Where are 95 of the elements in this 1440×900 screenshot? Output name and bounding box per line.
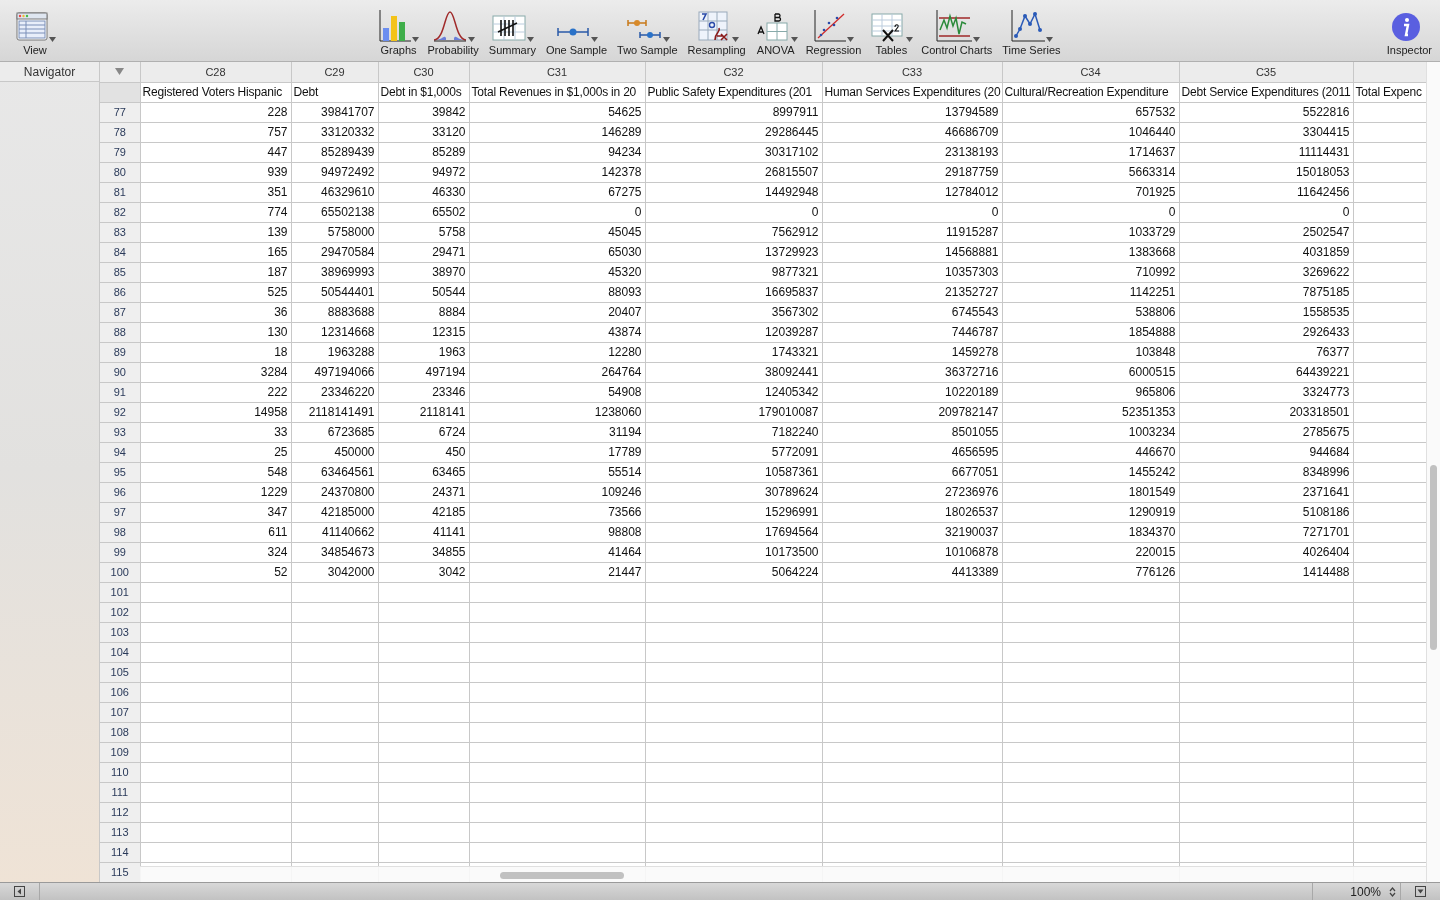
toolbar-button[interactable]: Graphs bbox=[377, 8, 420, 57]
row-number[interactable]: 102 bbox=[100, 602, 140, 622]
column-id-header[interactable]: C31 bbox=[469, 62, 645, 82]
scrollbar-thumb[interactable] bbox=[500, 872, 624, 879]
row-number[interactable]: 78 bbox=[100, 122, 140, 142]
row-number[interactable]: 111 bbox=[100, 782, 140, 802]
caret-icon bbox=[790, 37, 798, 42]
row-number[interactable]: 82 bbox=[100, 202, 140, 222]
row-number[interactable]: 95 bbox=[100, 462, 140, 482]
column-menu-header[interactable] bbox=[100, 62, 140, 82]
caret-icon bbox=[847, 37, 855, 42]
row-number[interactable]: 108 bbox=[100, 722, 140, 742]
row-number[interactable]: 92 bbox=[100, 402, 140, 422]
bell-curve-icon bbox=[433, 10, 468, 42]
toolbar-button[interactable]: ANOVA bbox=[753, 8, 798, 57]
toolbar-button[interactable]: Probability bbox=[425, 8, 481, 57]
vertical-scrollbar[interactable] bbox=[1426, 62, 1440, 882]
row-number[interactable]: 114 bbox=[100, 842, 140, 862]
caret-icon bbox=[468, 37, 476, 42]
caret-icon bbox=[906, 37, 914, 42]
toolbar-button[interactable]: One Sample bbox=[543, 8, 610, 57]
row-number[interactable]: 85 bbox=[100, 262, 140, 282]
toolbar-button[interactable]: Summary bbox=[486, 8, 538, 57]
row-number[interactable]: 94 bbox=[100, 442, 140, 462]
scrollbar-thumb[interactable] bbox=[1430, 465, 1437, 650]
navigator-title: Navigator bbox=[23, 63, 76, 81]
caret-icon bbox=[412, 37, 420, 42]
row-number[interactable]: 89 bbox=[100, 342, 140, 362]
number-grid-icon bbox=[696, 10, 731, 42]
row-number[interactable]: 91 bbox=[100, 382, 140, 402]
row-number[interactable]: 115 bbox=[100, 862, 140, 882]
view-button[interactable]: View bbox=[14, 8, 56, 57]
bar-chart-icon bbox=[379, 10, 412, 42]
row-number[interactable]: 77 bbox=[100, 102, 140, 122]
row-number[interactable]: 110 bbox=[100, 762, 140, 782]
chi-square-table-icon bbox=[871, 12, 906, 42]
row-number[interactable]: 99 bbox=[100, 542, 140, 562]
row-number[interactable]: 98 bbox=[100, 522, 140, 542]
info-icon bbox=[1391, 12, 1422, 42]
zoom-value: 100% bbox=[1350, 883, 1381, 900]
caret-icon bbox=[591, 37, 599, 42]
control-chart-icon bbox=[935, 10, 972, 42]
dropdown-icon bbox=[1415, 886, 1426, 897]
toolbar-button[interactable]: Resampling bbox=[685, 8, 748, 57]
row-number[interactable]: 106 bbox=[100, 682, 140, 702]
toolbar-button[interactable]: Tables bbox=[869, 8, 914, 57]
row-number[interactable]: 88 bbox=[100, 322, 140, 342]
row-number[interactable]: 104 bbox=[100, 642, 140, 662]
column-id-header[interactable]: C30 bbox=[378, 62, 469, 82]
horizontal-scrollbar[interactable] bbox=[140, 866, 1426, 882]
row-number[interactable]: 79 bbox=[100, 142, 140, 162]
column-id-header[interactable]: C33 bbox=[822, 62, 1002, 82]
toolbar-button[interactable]: Two Sample bbox=[615, 8, 680, 57]
row-number[interactable]: 109 bbox=[100, 742, 140, 762]
column-id-header[interactable]: C28 bbox=[140, 62, 291, 82]
column-id-header[interactable] bbox=[1353, 62, 1426, 82]
toolbar-button[interactable]: Control Charts bbox=[919, 8, 995, 57]
row-number[interactable]: 81 bbox=[100, 182, 140, 202]
column-id-header[interactable]: C35 bbox=[1179, 62, 1353, 82]
toolbar-button[interactable]: Time Series bbox=[1000, 8, 1063, 57]
row-number[interactable]: 105 bbox=[100, 662, 140, 682]
spreadsheet-icon bbox=[16, 12, 48, 42]
column-id-header[interactable]: C32 bbox=[645, 62, 822, 82]
column-id-header[interactable]: C34 bbox=[1002, 62, 1179, 82]
row-number[interactable]: 86 bbox=[100, 282, 140, 302]
row-number[interactable]: 101 bbox=[100, 582, 140, 602]
scatter-line-icon bbox=[814, 10, 847, 42]
caret-icon bbox=[972, 37, 980, 42]
caret-icon bbox=[527, 37, 535, 42]
dropdown-icon bbox=[115, 68, 125, 76]
caret-icon bbox=[1046, 37, 1054, 42]
caret-icon bbox=[663, 37, 671, 42]
line-chart-icon bbox=[1011, 10, 1046, 42]
row-number[interactable]: 80 bbox=[100, 162, 140, 182]
caret-icon bbox=[49, 37, 56, 42]
row-number[interactable]: 103 bbox=[100, 622, 140, 642]
row-number[interactable]: 97 bbox=[100, 502, 140, 522]
row-number[interactable]: 87 bbox=[100, 302, 140, 322]
column-id-header[interactable]: C29 bbox=[291, 62, 378, 82]
caret-icon bbox=[731, 37, 739, 42]
row-number[interactable]: 93 bbox=[100, 422, 140, 442]
row-number[interactable]: 107 bbox=[100, 702, 140, 722]
row-number[interactable]: 100 bbox=[100, 562, 140, 582]
row-number[interactable]: 112 bbox=[100, 802, 140, 822]
row-number[interactable]: 113 bbox=[100, 822, 140, 842]
stepper-icon[interactable] bbox=[1389, 885, 1396, 898]
table-grid-icon bbox=[755, 12, 790, 42]
row-number[interactable]: 84 bbox=[100, 242, 140, 262]
tally-table-icon bbox=[492, 14, 527, 42]
zoom-control[interactable]: 100% bbox=[1312, 883, 1400, 900]
row-number[interactable]: 90 bbox=[100, 362, 140, 382]
row-number[interactable]: 83 bbox=[100, 222, 140, 242]
inspector-button[interactable]: Inspector bbox=[1384, 8, 1434, 57]
row-number[interactable]: 96 bbox=[100, 482, 140, 502]
toolbar-button[interactable]: Regression bbox=[803, 8, 864, 57]
